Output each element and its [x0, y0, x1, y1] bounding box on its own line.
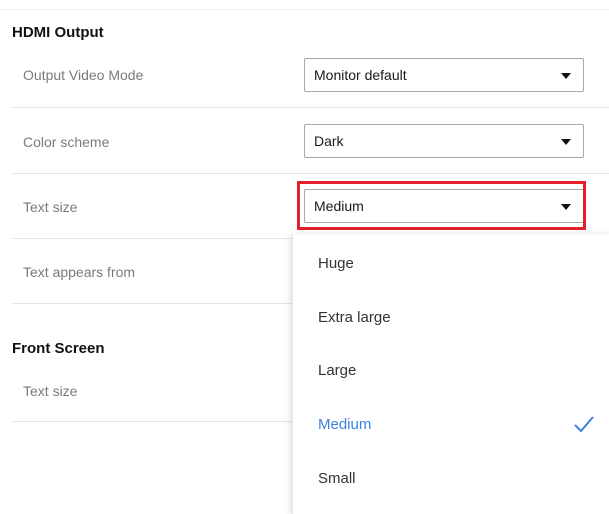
option-large[interactable]: Large	[293, 345, 609, 399]
text-size-select[interactable]: Medium	[304, 189, 584, 223]
chevron-down-icon	[561, 139, 571, 145]
option-label: Medium	[318, 416, 372, 433]
color-scheme-label: Color scheme	[23, 134, 110, 150]
color-scheme-value: Dark	[314, 133, 344, 149]
top-divider	[0, 9, 609, 10]
option-medium[interactable]: Medium	[293, 399, 609, 453]
text-appears-from-label: Text appears from	[23, 264, 136, 280]
option-label: Huge	[318, 255, 354, 272]
chevron-down-icon	[561, 73, 571, 79]
output-video-mode-select[interactable]: Monitor default	[304, 58, 584, 92]
option-label: Extra large	[318, 309, 391, 326]
hdmi-section-title: HDMI Output	[12, 24, 104, 41]
color-scheme-select[interactable]: Dark	[304, 124, 584, 158]
option-small[interactable]: Small	[293, 453, 609, 507]
option-label: Large	[318, 362, 357, 379]
output-video-mode-value: Monitor default	[314, 67, 407, 83]
check-icon	[574, 416, 594, 433]
row-divider	[12, 107, 609, 108]
text-size-dropdown-menu[interactable]: Huge Extra large Large Medium Small	[292, 234, 609, 514]
text-size-value: Medium	[314, 198, 364, 214]
text-size-label: Text size	[23, 199, 78, 215]
option-extra-large[interactable]: Extra large	[293, 292, 609, 346]
output-video-mode-label: Output Video Mode	[23, 67, 144, 83]
chevron-down-icon	[561, 204, 571, 210]
front-text-size-label: Text size	[23, 383, 78, 399]
option-huge[interactable]: Huge	[293, 238, 609, 292]
front-screen-section-title: Front Screen	[12, 340, 105, 357]
row-divider	[12, 173, 609, 174]
option-label: Small	[318, 470, 356, 487]
